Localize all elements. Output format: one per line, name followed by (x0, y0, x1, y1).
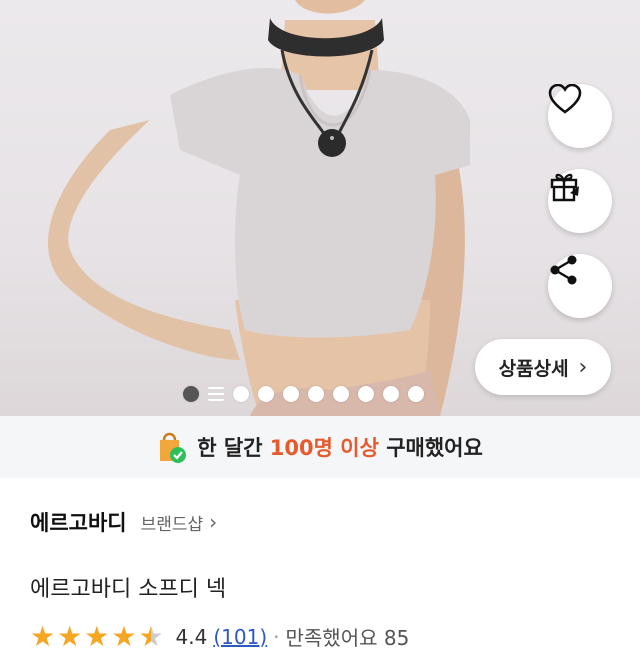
rating-separator: · (273, 624, 280, 649)
gift-button[interactable] (548, 169, 612, 233)
carousel-dot[interactable] (358, 386, 374, 402)
brand-row: 에르고바디 브랜드샵 › (30, 507, 217, 537)
product-detail-button[interactable]: 상품상세 › (475, 339, 611, 395)
rating-value: 4.4 (175, 624, 208, 649)
heart-icon (548, 84, 582, 114)
carousel-dot[interactable] (283, 386, 299, 402)
share-icon (550, 255, 577, 285)
purchase-count-highlight: 100명 이상 (269, 436, 379, 460)
carousel-dot[interactable] (333, 386, 349, 402)
carousel-dot[interactable] (183, 386, 199, 402)
product-detail-label: 상품상세 (498, 357, 569, 380)
chevron-right-icon: › (578, 354, 588, 380)
star-icon: ★ (57, 619, 83, 653)
star-icon: ★ (84, 619, 110, 653)
review-count-link[interactable]: (101) (213, 625, 267, 649)
like-button[interactable] (548, 84, 612, 148)
chevron-right-icon: › (209, 510, 218, 534)
star-half-icon: ★ (138, 619, 164, 653)
carousel-dot[interactable] (383, 386, 399, 402)
rating-row[interactable]: ★ ★ ★ ★ ★ 4.4 (101) · 만족했어요 85 (30, 622, 409, 651)
product-image[interactable]: 상품상세 › (0, 0, 640, 416)
carousel-dot[interactable] (258, 386, 274, 402)
star-icon: ★ (30, 619, 56, 653)
shopping-bag-check-icon (160, 432, 187, 463)
carousel-dot[interactable] (308, 386, 324, 402)
purchase-count-banner: 한 달간 100명 이상 구매했어요 (0, 416, 640, 478)
brand-shop-label: 브랜드샵 (140, 514, 204, 535)
gift-icon (550, 173, 579, 202)
carousel-indicator (183, 384, 424, 404)
brand-shop-link[interactable]: 브랜드샵 › (141, 510, 218, 535)
product-title: 에르고바디 소프디 넥 (30, 577, 227, 602)
satisfaction-text: 만족했어요 85 (285, 626, 410, 650)
purchase-text-prefix: 한 달간 (197, 436, 270, 460)
share-button[interactable] (548, 254, 612, 318)
carousel-dot[interactable] (208, 387, 224, 401)
star-icon: ★ (111, 619, 137, 653)
brand-name[interactable]: 에르고바디 (30, 507, 127, 537)
purchase-text-suffix: 구매했어요 (378, 436, 483, 460)
carousel-dot[interactable] (408, 386, 424, 402)
purchase-count-text: 한 달간 100명 이상 구매했어요 (197, 432, 483, 462)
rating-stars: ★ ★ ★ ★ ★ (30, 619, 164, 653)
carousel-dot[interactable] (233, 386, 249, 402)
